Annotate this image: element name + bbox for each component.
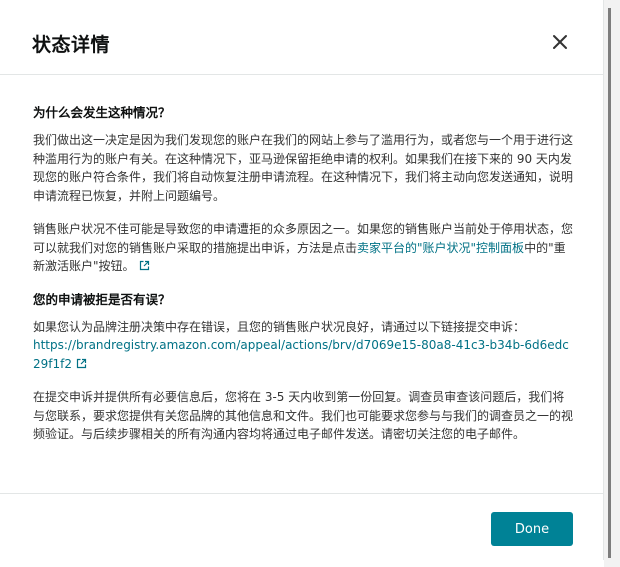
why-heading: 为什么会发生这种情况？	[33, 105, 171, 120]
modal-footer: Done	[0, 493, 603, 561]
appeal-link[interactable]: https://brandregistry.amazon.com/appeal/…	[33, 338, 569, 371]
modal-title: 状态详情	[32, 34, 111, 56]
why-paragraph-2: 销售账户状况不佳可能是导致您的申请遭拒的众多原因之一。如果您的销售账户当前处于停…	[33, 220, 573, 276]
mistake-paragraph-1-text: 如果您认为品牌注册决策中存在错误，且您的销售账户状况良好，请通过以下链接提交申诉…	[33, 319, 526, 334]
mistake-paragraph-1: 如果您认为品牌注册决策中存在错误，且您的销售账户状况良好，请通过以下链接提交申诉…	[33, 318, 573, 374]
page-edge	[604, 0, 620, 567]
why-paragraph-1: 我们做出这一决定是因为我们发现您的账户在我们的网站上参与了滥用行为，或者您与一个…	[33, 133, 574, 203]
status-details-modal: 状态详情 为什么会发生这种情况？ 我们做出这一决定是因为我们发现您的账户在我们的…	[0, 0, 604, 560]
close-button[interactable]	[549, 31, 571, 53]
external-link-icon[interactable]	[139, 258, 150, 271]
modal-header: 状态详情	[0, 0, 603, 75]
close-icon	[553, 35, 567, 49]
done-button[interactable]: Done	[491, 512, 573, 546]
page: 状态详情 为什么会发生这种情况？ 我们做出这一决定是因为我们发现您的账户在我们的…	[0, 0, 620, 567]
mistake-paragraph-2: 在提交申诉并提供所有必要信息后，您将在 3-5 天内收到第一份回复。调查员审查该…	[33, 390, 574, 441]
external-link-icon[interactable]	[76, 356, 87, 368]
page-scrollbar[interactable]	[608, 8, 611, 558]
account-health-dashboard-link[interactable]: 卖家平台的"账户状况"控制面板	[357, 241, 524, 255]
mistake-heading: 您的申请被拒是否有误？	[33, 291, 171, 307]
modal-body: 为什么会发生这种情况？ 我们做出这一决定是因为我们发现您的账户在我们的网站上参与…	[33, 104, 573, 459]
